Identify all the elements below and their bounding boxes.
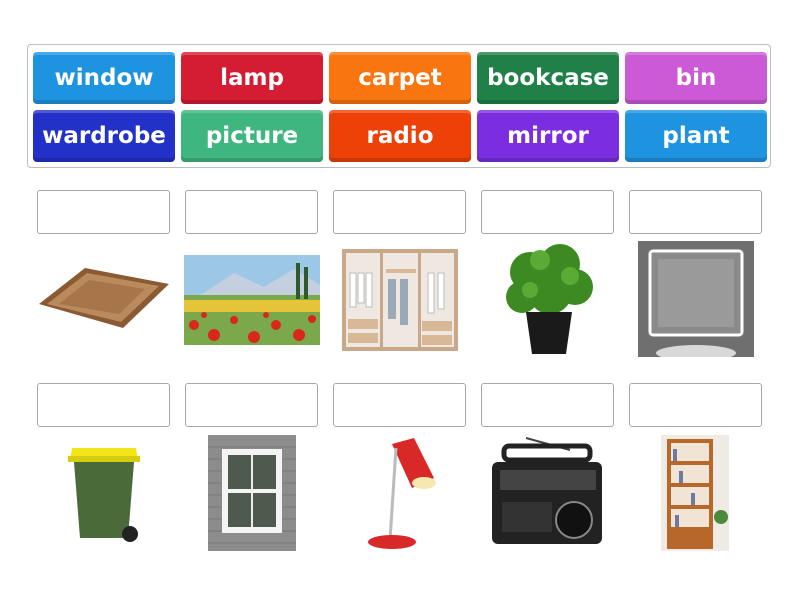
word-tile-bookcase[interactable]: bookcase <box>477 52 619 104</box>
word-tile-lamp[interactable]: lamp <box>181 52 323 104</box>
plant-image <box>506 244 593 354</box>
bin-image <box>68 448 140 542</box>
radio-image <box>492 437 602 544</box>
lamp-image <box>368 438 436 549</box>
word-tile-wardrobe[interactable]: wardrobe <box>33 110 175 162</box>
word-tile-bin[interactable]: bin <box>625 52 767 104</box>
answer-drop-slot[interactable] <box>481 190 614 234</box>
answer-drop-slot[interactable] <box>37 190 170 234</box>
picture-image <box>184 255 320 345</box>
word-tile-window[interactable]: window <box>33 52 175 104</box>
word-tile-radio[interactable]: radio <box>329 110 471 162</box>
wardrobe-image <box>342 249 458 351</box>
answer-drop-slot[interactable] <box>629 190 762 234</box>
answer-drop-slot[interactable] <box>185 190 318 234</box>
window-image <box>208 435 296 551</box>
bookcase-image <box>661 435 729 551</box>
word-tile-picture[interactable]: picture <box>181 110 323 162</box>
word-tile-plant[interactable]: plant <box>625 110 767 162</box>
word-tile-mirror[interactable]: mirror <box>477 110 619 162</box>
mirror-image <box>638 241 754 357</box>
answer-drop-slot[interactable] <box>37 383 170 427</box>
answer-drop-slot[interactable] <box>333 383 466 427</box>
answer-drop-slot[interactable] <box>481 383 614 427</box>
word-tile-carpet[interactable]: carpet <box>329 52 471 104</box>
answer-drop-slot[interactable] <box>333 190 466 234</box>
answer-drop-slot[interactable] <box>185 383 318 427</box>
answer-drop-slot[interactable] <box>629 383 762 427</box>
carpet-image <box>39 268 169 328</box>
